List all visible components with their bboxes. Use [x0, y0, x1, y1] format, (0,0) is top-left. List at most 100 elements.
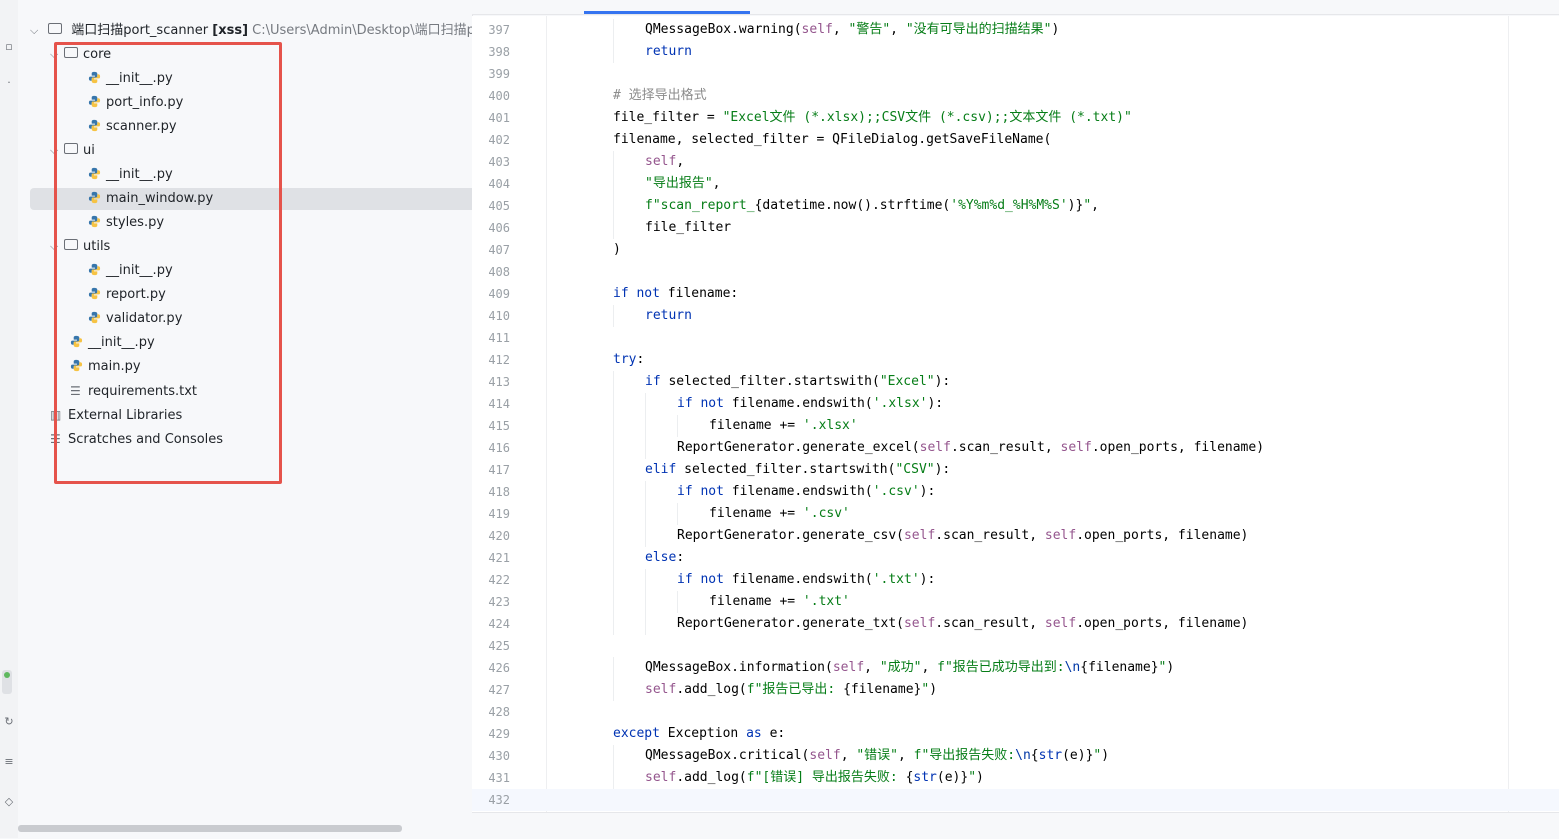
- folder-icon: [48, 23, 63, 34]
- code-line[interactable]: elif selected_filter.startswith("CSV"):: [645, 459, 950, 481]
- code-line[interactable]: # 选择导出格式: [613, 85, 707, 107]
- indent-guide: [645, 613, 646, 635]
- indent-guide: [677, 503, 678, 525]
- sync-icon[interactable]: ↻: [2, 715, 16, 729]
- code-line[interactable]: file_filter: [645, 217, 731, 239]
- line-number: 424: [488, 617, 510, 631]
- code-line[interactable]: ReportGenerator.generate_csv(self.scan_r…: [677, 525, 1248, 547]
- layers-icon[interactable]: ≡: [2, 755, 16, 769]
- project-root-name: 端口扫描port_scanner: [71, 23, 209, 38]
- indent-guide: [613, 569, 614, 591]
- indent-guide: [613, 371, 614, 393]
- code-line[interactable]: QMessageBox.critical(self, "错误", f"导出报告失…: [645, 745, 1109, 767]
- code-line[interactable]: self.add_log(f"报告已导出: {filename}"): [645, 679, 937, 701]
- code-line[interactable]: return: [645, 305, 692, 327]
- line-number: 397: [488, 23, 510, 37]
- indent-guide: [677, 591, 678, 613]
- code-line[interactable]: if selected_filter.startswith("Excel"):: [645, 371, 950, 393]
- code-line[interactable]: ReportGenerator.generate_excel(self.scan…: [677, 437, 1264, 459]
- code-line[interactable]: QMessageBox.warning(self, "警告", "没有可导出的扫…: [645, 19, 1059, 41]
- code-line[interactable]: self.add_log(f"[错误] 导出报告失败: {str(e)}"): [645, 767, 984, 789]
- code-line[interactable]: if not filename:: [613, 283, 738, 305]
- line-number: 399: [488, 67, 510, 81]
- indent-guide: [613, 195, 614, 217]
- indent-guide: [613, 767, 614, 789]
- line-number: 429: [488, 727, 510, 741]
- line-number: 403: [488, 155, 510, 169]
- line-number: 412: [488, 353, 510, 367]
- indent-guide: [613, 547, 614, 569]
- indent-guide: [613, 679, 614, 701]
- indent-guide: [613, 657, 614, 679]
- line-number: 413: [488, 375, 510, 389]
- indent-guide: [613, 591, 614, 613]
- indent-guide: [645, 481, 646, 503]
- line-number: 409: [488, 287, 510, 301]
- active-tab-indicator: [584, 11, 750, 14]
- code-line[interactable]: "导出报告",: [645, 173, 720, 195]
- status-bar: [472, 812, 1559, 839]
- code-line[interactable]: filename += '.csv': [709, 503, 850, 525]
- code-line[interactable]: filename += '.xlsx': [709, 415, 858, 437]
- line-number: 430: [488, 749, 510, 763]
- code-line[interactable]: else:: [645, 547, 684, 569]
- indent-guide: [613, 459, 614, 481]
- code-line[interactable]: file_filter = "Excel文件 (*.xlsx);;CSV文件 (…: [613, 107, 1132, 129]
- line-number: 421: [488, 551, 510, 565]
- indent-guide: [613, 745, 614, 767]
- indent-guide: [677, 415, 678, 437]
- horizontal-scrollbar[interactable]: [18, 825, 402, 832]
- line-number: 406: [488, 221, 510, 235]
- code-line[interactable]: f"scan_report_{datetime.now().strftime('…: [645, 195, 1099, 217]
- code-line[interactable]: try:: [613, 349, 644, 371]
- code-line[interactable]: except Exception as e:: [613, 723, 785, 745]
- code-line[interactable]: if not filename.endswith('.txt'):: [677, 569, 935, 591]
- gutter-separator: [546, 16, 547, 812]
- line-number: 428: [488, 705, 510, 719]
- indent-guide: [645, 415, 646, 437]
- diamond-icon[interactable]: ◇: [2, 795, 16, 809]
- indent-guide: [645, 437, 646, 459]
- indent-guide: [613, 173, 614, 195]
- line-number: 423: [488, 595, 510, 609]
- code-line[interactable]: return: [645, 41, 692, 63]
- indent-guide: [613, 481, 614, 503]
- indent-guide: [613, 41, 614, 63]
- line-number: 427: [488, 683, 510, 697]
- indent-guide: [613, 151, 614, 173]
- line-number: 404: [488, 177, 510, 191]
- code-line[interactable]: ReportGenerator.generate_txt(self.scan_r…: [677, 613, 1248, 635]
- project-module-tag: [xss]: [212, 23, 249, 38]
- line-number: 408: [488, 265, 510, 279]
- tool-icon[interactable]: ▫: [2, 40, 16, 54]
- current-line-highlight: [472, 789, 1559, 811]
- project-root-row[interactable]: ⌵ 端口扫描port_scanner [xss] C:\Users\Admin\…: [30, 20, 472, 42]
- line-number: 420: [488, 529, 510, 543]
- line-number: 414: [488, 397, 510, 411]
- code-line[interactable]: self,: [645, 151, 684, 173]
- right-margin-guide: [1508, 16, 1509, 812]
- tool-icon[interactable]: ·: [2, 76, 16, 90]
- line-number: 398: [488, 45, 510, 59]
- line-number: 417: [488, 463, 510, 477]
- line-number: 419: [488, 507, 510, 521]
- chevron-down-icon[interactable]: ⌵: [30, 20, 44, 42]
- code-line[interactable]: if not filename.endswith('.csv'):: [677, 481, 935, 503]
- code-line[interactable]: QMessageBox.information(self, "成功", f"报告…: [645, 657, 1174, 679]
- code-line[interactable]: if not filename.endswith('.xlsx'):: [677, 393, 943, 415]
- line-number: 402: [488, 133, 510, 147]
- code-editor[interactable]: 397 QMessageBox.warning(self, "警告", "没有可导…: [472, 16, 1559, 812]
- code-line[interactable]: filename, selected_filter = QFileDialog.…: [613, 129, 1051, 151]
- code-line[interactable]: filename += '.txt': [709, 591, 850, 613]
- line-number: 405: [488, 199, 510, 213]
- run-status-icon[interactable]: [2, 670, 12, 694]
- indent-guide: [613, 305, 614, 327]
- code-line[interactable]: ): [613, 239, 621, 261]
- indent-guide: [645, 569, 646, 591]
- indent-guide: [613, 503, 614, 525]
- line-number: 411: [488, 331, 510, 345]
- indent-guide: [645, 525, 646, 547]
- indent-guide: [645, 503, 646, 525]
- indent-guide: [613, 525, 614, 547]
- line-number: 422: [488, 573, 510, 587]
